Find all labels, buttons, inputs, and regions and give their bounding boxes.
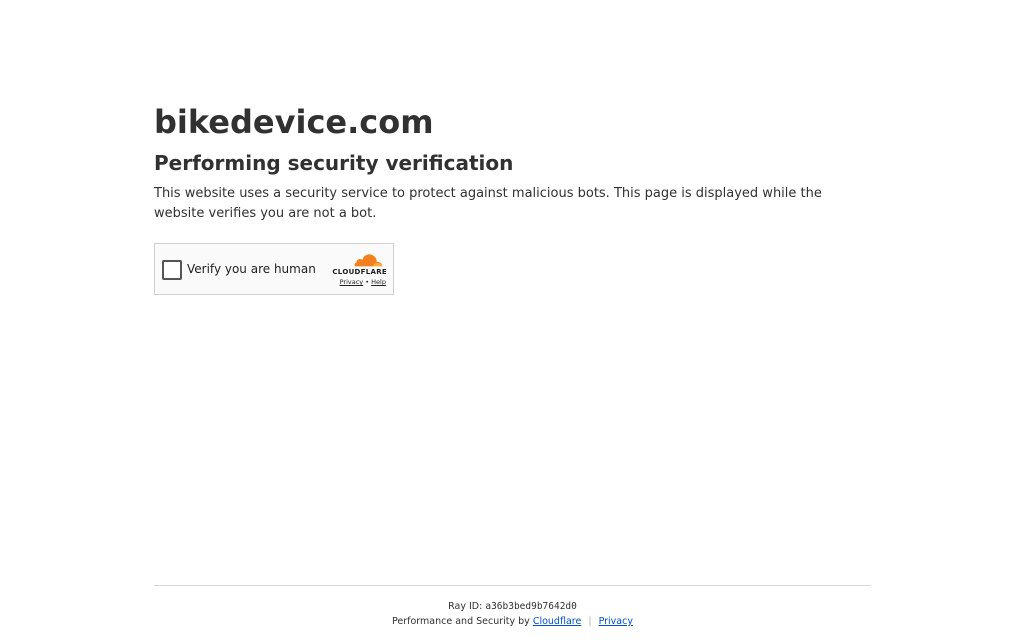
performance-text: Performance and Security by [392, 616, 530, 627]
turnstile-widget: Verify you are human CLOUDFLARE Privacy … [154, 243, 394, 295]
footer-separator: | [588, 616, 592, 627]
cloudflare-wordmark: CLOUDFLARE [332, 268, 387, 276]
performance-line: Performance and Security by Cloudflare |… [154, 615, 871, 628]
widget-link-separator: • [365, 278, 370, 286]
widget-privacy-link[interactable]: Privacy [340, 278, 364, 286]
cloudflare-link[interactable]: Cloudflare [533, 616, 581, 627]
footer: Ray ID: a36b3bed9b7642d0 Performance and… [154, 585, 871, 628]
verify-checkbox[interactable] [162, 260, 182, 280]
widget-links: Privacy • Help [340, 278, 386, 286]
verify-label[interactable]: Verify you are human [187, 261, 316, 277]
ray-id-value: a36b3bed9b7642d0 [485, 601, 577, 612]
widget-help-link[interactable]: Help [371, 278, 386, 286]
cloudflare-branding: CLOUDFLARE Privacy • Help [323, 252, 387, 286]
main-content: bikedevice.com Performing security verif… [154, 100, 874, 223]
site-name: bikedevice.com [154, 103, 434, 141]
ray-id-line: Ray ID: a36b3bed9b7642d0 [154, 600, 871, 613]
challenge-page: bikedevice.com Performing security verif… [0, 0, 1024, 640]
cloudflare-cloud-icon [354, 254, 383, 268]
page-heading: Performing security verification [154, 151, 514, 175]
footer-privacy-link[interactable]: Privacy [599, 616, 633, 627]
page-description: This website uses a security service to … [154, 186, 822, 221]
ray-id-label: Ray ID: [448, 601, 483, 612]
